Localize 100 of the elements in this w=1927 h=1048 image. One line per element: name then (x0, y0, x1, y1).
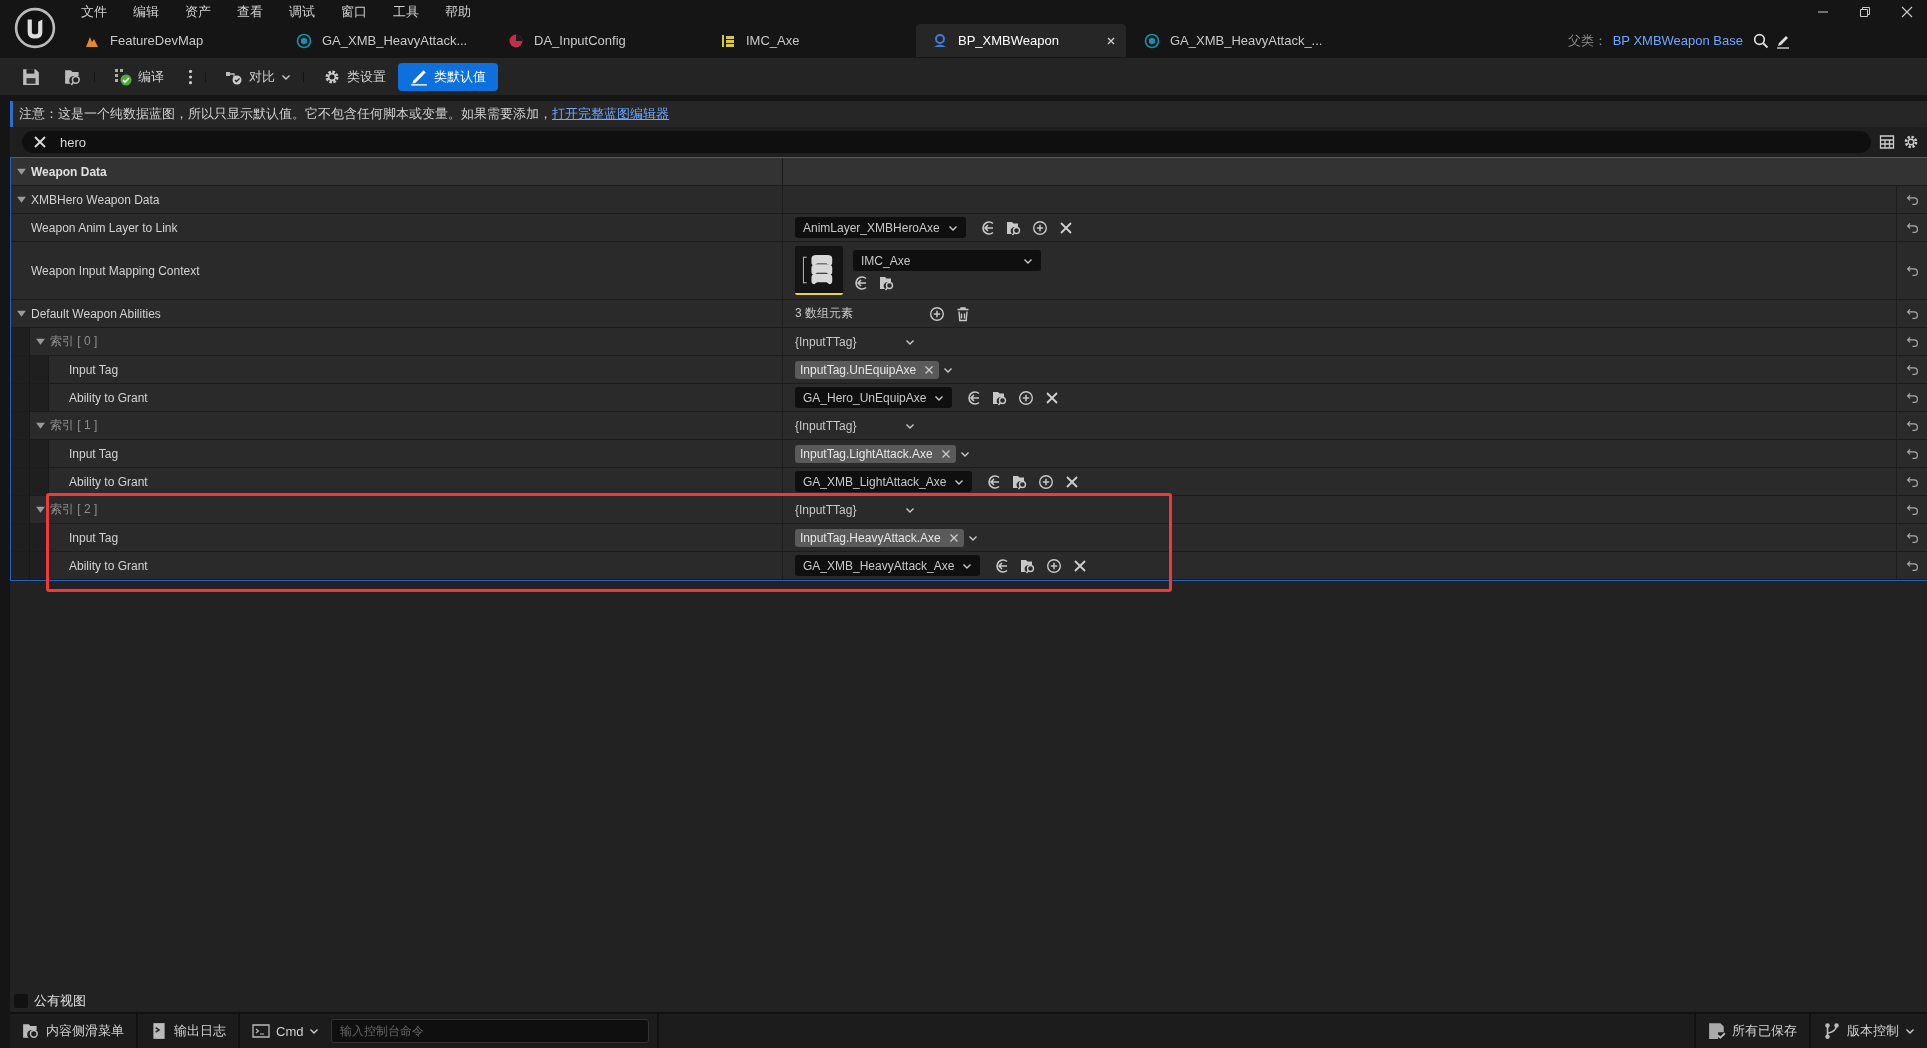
asset-dropdown[interactable]: AnimLayer_XMBHeroAxe (795, 217, 966, 238)
reset-icon[interactable] (1905, 335, 1919, 348)
compile-button[interactable]: 编译 (102, 62, 176, 91)
remove-tag-icon[interactable] (948, 532, 959, 543)
expand-arrow-icon[interactable] (35, 504, 46, 515)
document-tab[interactable]: GA_XMB_HeavyAttack... (280, 24, 490, 57)
search-icon[interactable] (1753, 32, 1769, 49)
open-editor-link[interactable]: 打开完整蓝图编辑器 (552, 105, 669, 123)
struct-dropdown[interactable]: {InputTTag} (795, 418, 915, 433)
trash-icon[interactable] (955, 305, 971, 322)
all-saved-button[interactable]: 所有已保存 (1694, 1014, 1809, 1048)
struct-dropdown[interactable]: {InputTTag} (795, 334, 915, 349)
asset-dropdown[interactable]: GA_XMB_LightAttack_Axe (795, 471, 973, 492)
property-label: XMBHero Weapon Data (31, 192, 160, 207)
add-icon[interactable] (1018, 389, 1035, 406)
class-defaults-button[interactable]: 类默认值 (398, 62, 498, 91)
source-control-button[interactable]: 版本控制 (1809, 1014, 1927, 1048)
content-drawer-button[interactable]: 内容侧滑菜单 (10, 1014, 138, 1048)
reset-icon[interactable] (1905, 193, 1919, 206)
browse-icon[interactable] (1012, 473, 1029, 490)
expand-arrow-icon[interactable] (35, 336, 46, 347)
reset-icon[interactable] (1905, 419, 1919, 432)
console-input[interactable]: 输入控制台命令 (331, 1019, 650, 1043)
class-settings-button[interactable]: 类设置 (311, 62, 398, 91)
reset-icon[interactable] (1905, 391, 1919, 404)
browse-icon[interactable] (1020, 557, 1037, 574)
expand-arrow-icon[interactable] (16, 166, 27, 177)
asset-dropdown[interactable]: IMC_Axe (853, 250, 1041, 271)
document-tab[interactable]: GA_XMB_HeavyAttack_... (1128, 24, 1338, 57)
document-tab[interactable]: BP_XMBWeapon (916, 24, 1126, 57)
reset-icon[interactable] (1905, 559, 1919, 572)
close-tab-icon[interactable] (1106, 35, 1116, 46)
notice-text: 注意：这是一个纯数据蓝图，所以只显示默认值。它不包含任何脚本或变量。如果需要添加， (19, 105, 552, 123)
add-icon[interactable] (1031, 219, 1048, 236)
add-icon[interactable] (1038, 473, 1055, 490)
indent-guide (11, 552, 49, 579)
asset-dropdown[interactable]: GA_Hero_UnEquipAxe (795, 387, 953, 408)
parent-class-link[interactable]: BP XMBWeapon Base (1612, 33, 1743, 48)
asset-thumbnail[interactable] (795, 246, 843, 295)
log-icon (150, 1022, 168, 1040)
reset-icon[interactable] (1905, 221, 1919, 234)
browse-icon[interactable] (879, 275, 895, 291)
reset-icon[interactable] (1905, 363, 1919, 376)
remove-tag-icon[interactable] (940, 448, 951, 459)
output-log-button[interactable]: 输出日志 (138, 1014, 240, 1048)
clear-search-icon[interactable] (32, 134, 48, 150)
gameplay-tag: InputTag.HeavyAttack.Axe (795, 528, 964, 547)
settings-icon[interactable] (1903, 134, 1919, 150)
reset-icon[interactable] (1905, 475, 1919, 488)
document-tab[interactable]: DA_InputConfig (492, 24, 702, 57)
asset-dropdown[interactable]: GA_XMB_HeavyAttack_Axe (795, 555, 981, 576)
expand-arrow-icon[interactable] (16, 194, 27, 205)
diff-button[interactable]: 对比 (213, 62, 303, 91)
add-icon[interactable] (929, 305, 945, 322)
menu-item[interactable]: 工具 (380, 3, 432, 21)
remove-tag-icon[interactable] (924, 364, 935, 375)
reset-icon[interactable] (1905, 264, 1919, 277)
compile-check-icon (114, 67, 132, 86)
restore-icon[interactable] (1859, 6, 1871, 18)
add-icon[interactable] (1046, 557, 1063, 574)
menu-item[interactable]: 帮助 (432, 3, 484, 21)
caret-icon (309, 1026, 320, 1036)
use-selected-icon[interactable] (979, 219, 996, 236)
menu-item[interactable]: 编辑 (120, 3, 172, 21)
clear-icon[interactable] (1044, 389, 1061, 406)
struct-dropdown[interactable]: {InputTTag} (795, 502, 915, 517)
asset-type-icon (296, 32, 312, 49)
asset-type-icon (932, 32, 948, 49)
property-label: Ability to Grant (69, 558, 148, 573)
menu-item[interactable]: 文件 (68, 3, 120, 21)
pencil-icon (410, 67, 428, 86)
expand-arrow-icon[interactable] (35, 420, 46, 431)
document-tab[interactable]: IMC_Axe (704, 24, 914, 57)
browse-icon[interactable] (1005, 219, 1022, 236)
element-count: 3 数组元素 (795, 305, 854, 322)
reset-icon[interactable] (1905, 503, 1919, 516)
cmd-dropdown[interactable]: Cmd (240, 1014, 332, 1048)
reset-icon[interactable] (1905, 531, 1919, 544)
document-tab[interactable]: FeatureDevMap (68, 24, 278, 57)
engine-logo[interactable] (14, 7, 56, 49)
close-icon[interactable] (1901, 6, 1913, 18)
clear-icon[interactable] (1064, 473, 1081, 490)
clear-icon[interactable] (1057, 219, 1074, 236)
reset-icon[interactable] (1905, 447, 1919, 460)
menu-item[interactable]: 窗口 (328, 3, 380, 21)
menu-item[interactable]: 调试 (276, 3, 328, 21)
reset-icon[interactable] (1905, 307, 1919, 320)
use-selected-icon[interactable] (853, 275, 869, 291)
expand-arrow-icon[interactable] (16, 308, 27, 319)
search-field[interactable]: hero (22, 131, 1871, 153)
clear-icon[interactable] (1072, 557, 1089, 574)
menu-item[interactable]: 资产 (172, 3, 224, 21)
property-label: 索引 [ 2 ] (50, 501, 98, 518)
asset-type-icon (508, 32, 524, 49)
browse-icon[interactable] (992, 389, 1009, 406)
menu-item[interactable]: 查看 (224, 3, 276, 21)
property-label: Default Weapon Abilities (31, 306, 161, 321)
gameplay-tag: InputTag.LightAttack.Axe (795, 444, 956, 463)
table-view-icon[interactable] (1879, 134, 1895, 150)
asset-type-icon (1144, 32, 1160, 49)
